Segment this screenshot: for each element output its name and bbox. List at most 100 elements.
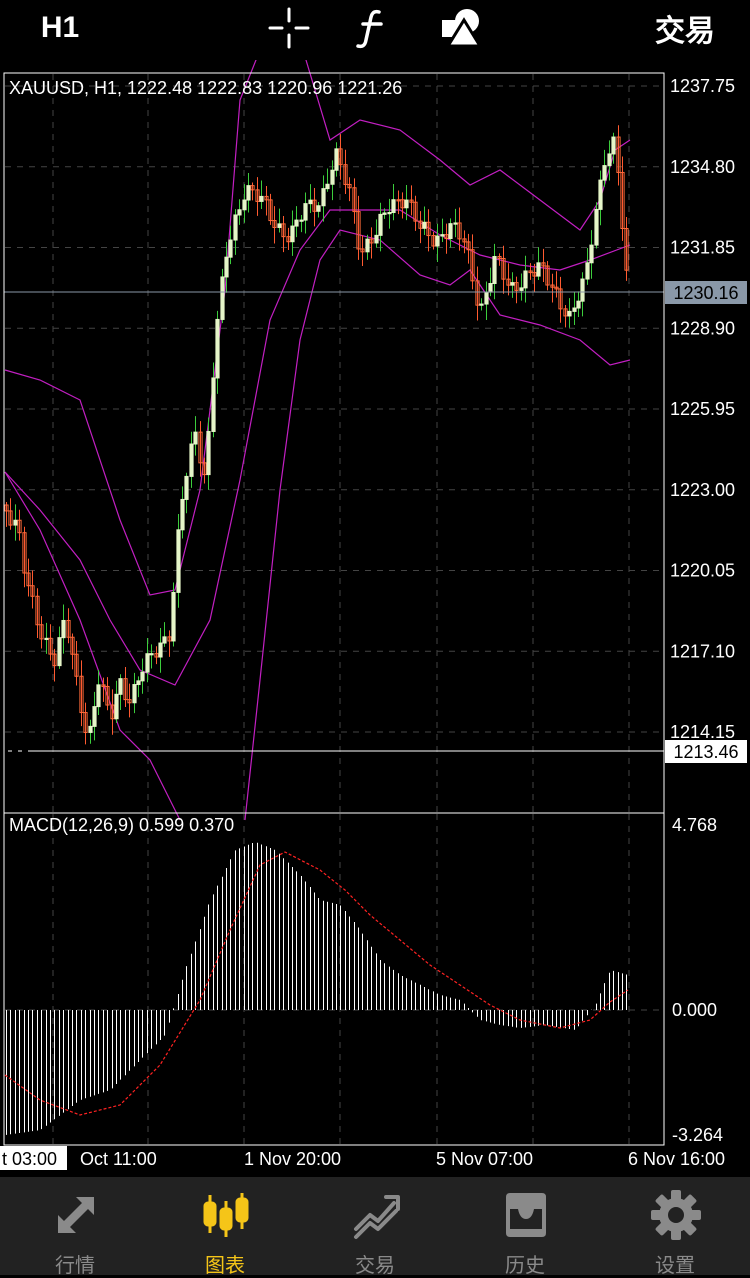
trade-button[interactable]: 交易 — [645, 0, 725, 56]
candle-body — [589, 244, 594, 264]
price-tick-label: 1228.90 — [670, 318, 735, 338]
indicators-button[interactable] — [346, 0, 400, 56]
candle-body — [290, 225, 295, 243]
tab-quotes[interactable]: 行情 — [0, 1177, 150, 1277]
macd-tick-label: -3.264 — [672, 1125, 723, 1145]
candle-body — [374, 234, 379, 244]
marked-price-tag[interactable]: 1213.46 — [665, 740, 747, 763]
candle-body — [176, 529, 181, 593]
macd-info: MACD(12,26,9) 0.599 0.370 — [9, 815, 234, 835]
candle-body — [598, 179, 603, 210]
tab-label: 行情 — [55, 1255, 95, 1277]
price-tick-label: 1220.05 — [670, 561, 735, 581]
candle-body — [299, 219, 304, 222]
tab-label: 图表 — [205, 1255, 245, 1277]
time-tick-label: 5 Nov 07:00 — [436, 1149, 533, 1169]
tab-chart[interactable]: 图表 — [150, 1177, 300, 1277]
macd-pane-border — [3, 812, 665, 1146]
candle-body — [602, 165, 607, 181]
candle-body — [92, 706, 97, 727]
macd-tick-label: 0.000 — [672, 1000, 717, 1020]
tab-trade[interactable]: 交易 — [300, 1177, 450, 1277]
time-axis: t 03:00 Oct 11:00 1 Nov 20:00 5 Nov 07:00 6 … — [0, 1146, 725, 1170]
price-tick-label: 1231.85 — [670, 238, 735, 258]
candle-body — [576, 300, 581, 309]
candle-body — [13, 519, 18, 526]
price-tick-label: 1234.80 — [670, 157, 735, 177]
trade-icon — [354, 1195, 400, 1239]
candle-body — [215, 318, 220, 379]
candle-body — [220, 276, 225, 320]
candle-body — [448, 223, 453, 240]
bottom-tab-bar: 行情 图表 交易 历史 设置 — [0, 1177, 750, 1277]
price-tick-label: 1223.00 — [670, 480, 735, 500]
objects-button[interactable] — [432, 0, 488, 56]
bid-price-label: 1230.16 — [673, 283, 738, 303]
trade-label: 交易 — [655, 15, 715, 48]
candle-body — [316, 205, 321, 212]
time-tick-label: 6 Nov 16:00 — [628, 1149, 725, 1169]
candle-body — [114, 693, 119, 720]
candle-body — [193, 431, 198, 445]
candle-body — [519, 287, 524, 291]
tab-label: 交易 — [355, 1255, 395, 1277]
candle-body — [211, 377, 216, 432]
crosshair-button[interactable] — [262, 0, 316, 56]
symbol-info: XAUUSD, H1, 1222.48 1222.83 1220.96 1221… — [9, 78, 402, 98]
candle-body — [294, 219, 299, 227]
tab-history[interactable]: 历史 — [450, 1177, 600, 1277]
candle-body — [259, 195, 264, 202]
candle-body — [158, 642, 163, 658]
candle-body — [308, 199, 313, 205]
candle-body — [303, 203, 308, 221]
candle-body — [140, 671, 145, 682]
macd-tick-label: 4.768 — [672, 815, 717, 835]
price-tick-label: 1225.95 — [670, 399, 735, 419]
candle-body — [118, 678, 123, 695]
candle-body — [228, 239, 233, 258]
candle-body — [145, 653, 150, 673]
history-icon — [506, 1193, 546, 1237]
candle-body — [224, 256, 229, 278]
price-chart-area[interactable]: 1237.75 1234.80 1231.85 1228.90 1225.95 1223.… — [0, 60, 750, 1177]
candle-body — [453, 222, 458, 225]
candle-body — [162, 636, 167, 644]
tab-settings[interactable]: 设置 — [600, 1177, 750, 1277]
candle-body — [233, 214, 238, 241]
candle-body — [88, 725, 93, 733]
candle-body — [523, 270, 528, 289]
candle-body — [391, 199, 396, 214]
candle-body — [237, 209, 242, 216]
candle-body — [321, 188, 326, 207]
quotes-icon — [58, 1197, 94, 1233]
tab-label: 历史 — [505, 1255, 545, 1277]
candle-body — [580, 278, 585, 302]
function-icon — [356, 9, 383, 49]
candle-body — [334, 148, 339, 171]
candle-body — [132, 684, 137, 704]
candle-body — [277, 223, 282, 228]
candle-body — [189, 443, 194, 477]
candle-body — [607, 153, 612, 167]
candle-body — [387, 212, 392, 215]
candle-body — [149, 653, 154, 656]
candle-body — [184, 475, 189, 500]
candle-body — [330, 169, 335, 185]
candle-body — [206, 430, 211, 476]
timeframe-button[interactable]: H1 — [30, 0, 90, 56]
candle-body — [378, 213, 383, 236]
time-tick-label: 1 Nov 20:00 — [244, 1149, 341, 1169]
candle-body — [246, 185, 251, 201]
bid-price-tag: 1230.16 — [665, 281, 747, 304]
candle-body — [536, 262, 541, 277]
price-tick-label: 1214.15 — [670, 722, 735, 742]
candle-body — [365, 238, 370, 253]
top-toolbar: H1 交易 — [0, 0, 750, 60]
candle-body — [57, 637, 62, 667]
candle-body — [382, 212, 387, 215]
chart-grid — [5, 74, 663, 1144]
chart-icon — [203, 1193, 249, 1237]
timeframe-label: H1 — [40, 11, 80, 44]
marked-price-label: 1213.46 — [673, 742, 738, 762]
candle-body — [242, 199, 247, 211]
